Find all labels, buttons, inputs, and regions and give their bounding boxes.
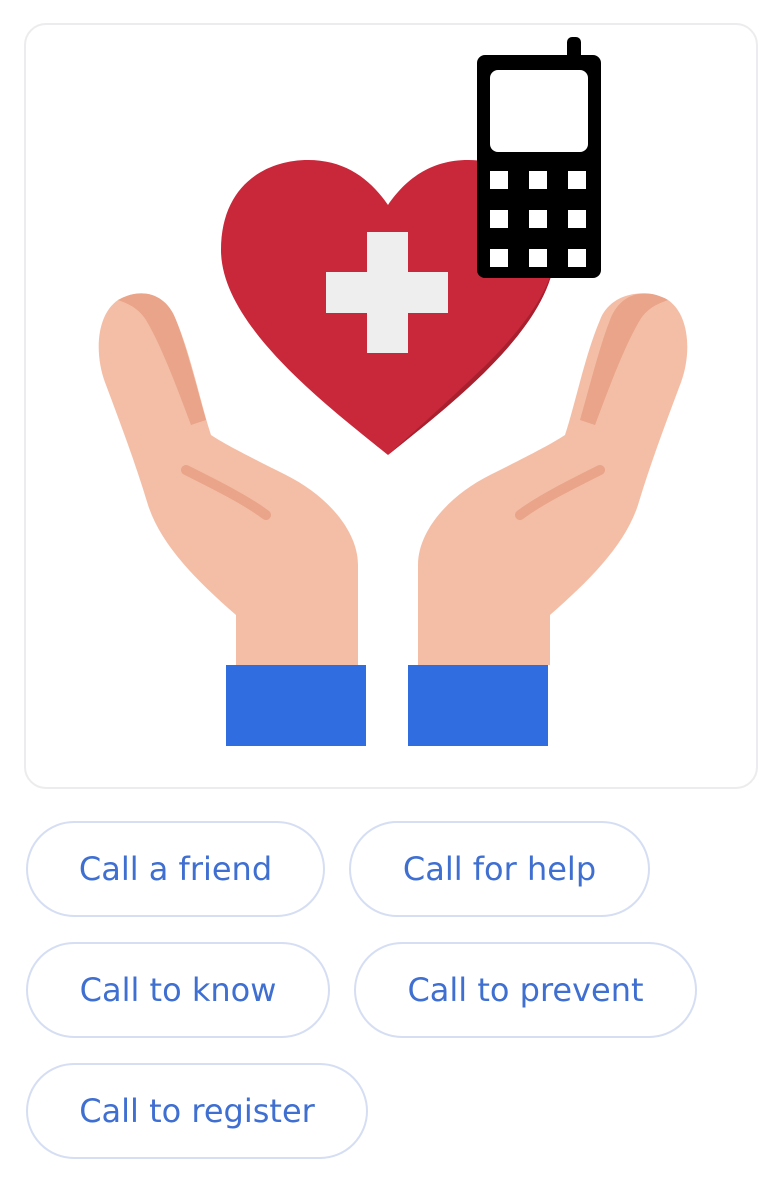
suggestion-chips: Call a friend Call for help Call to know… <box>0 0 774 1188</box>
call-to-prevent-chip[interactable]: Call to prevent <box>354 942 697 1038</box>
call-to-know-chip[interactable]: Call to know <box>26 942 330 1038</box>
call-a-friend-chip[interactable]: Call a friend <box>26 821 325 917</box>
call-for-help-chip[interactable]: Call for help <box>349 821 650 917</box>
call-to-register-chip[interactable]: Call to register <box>26 1063 368 1159</box>
